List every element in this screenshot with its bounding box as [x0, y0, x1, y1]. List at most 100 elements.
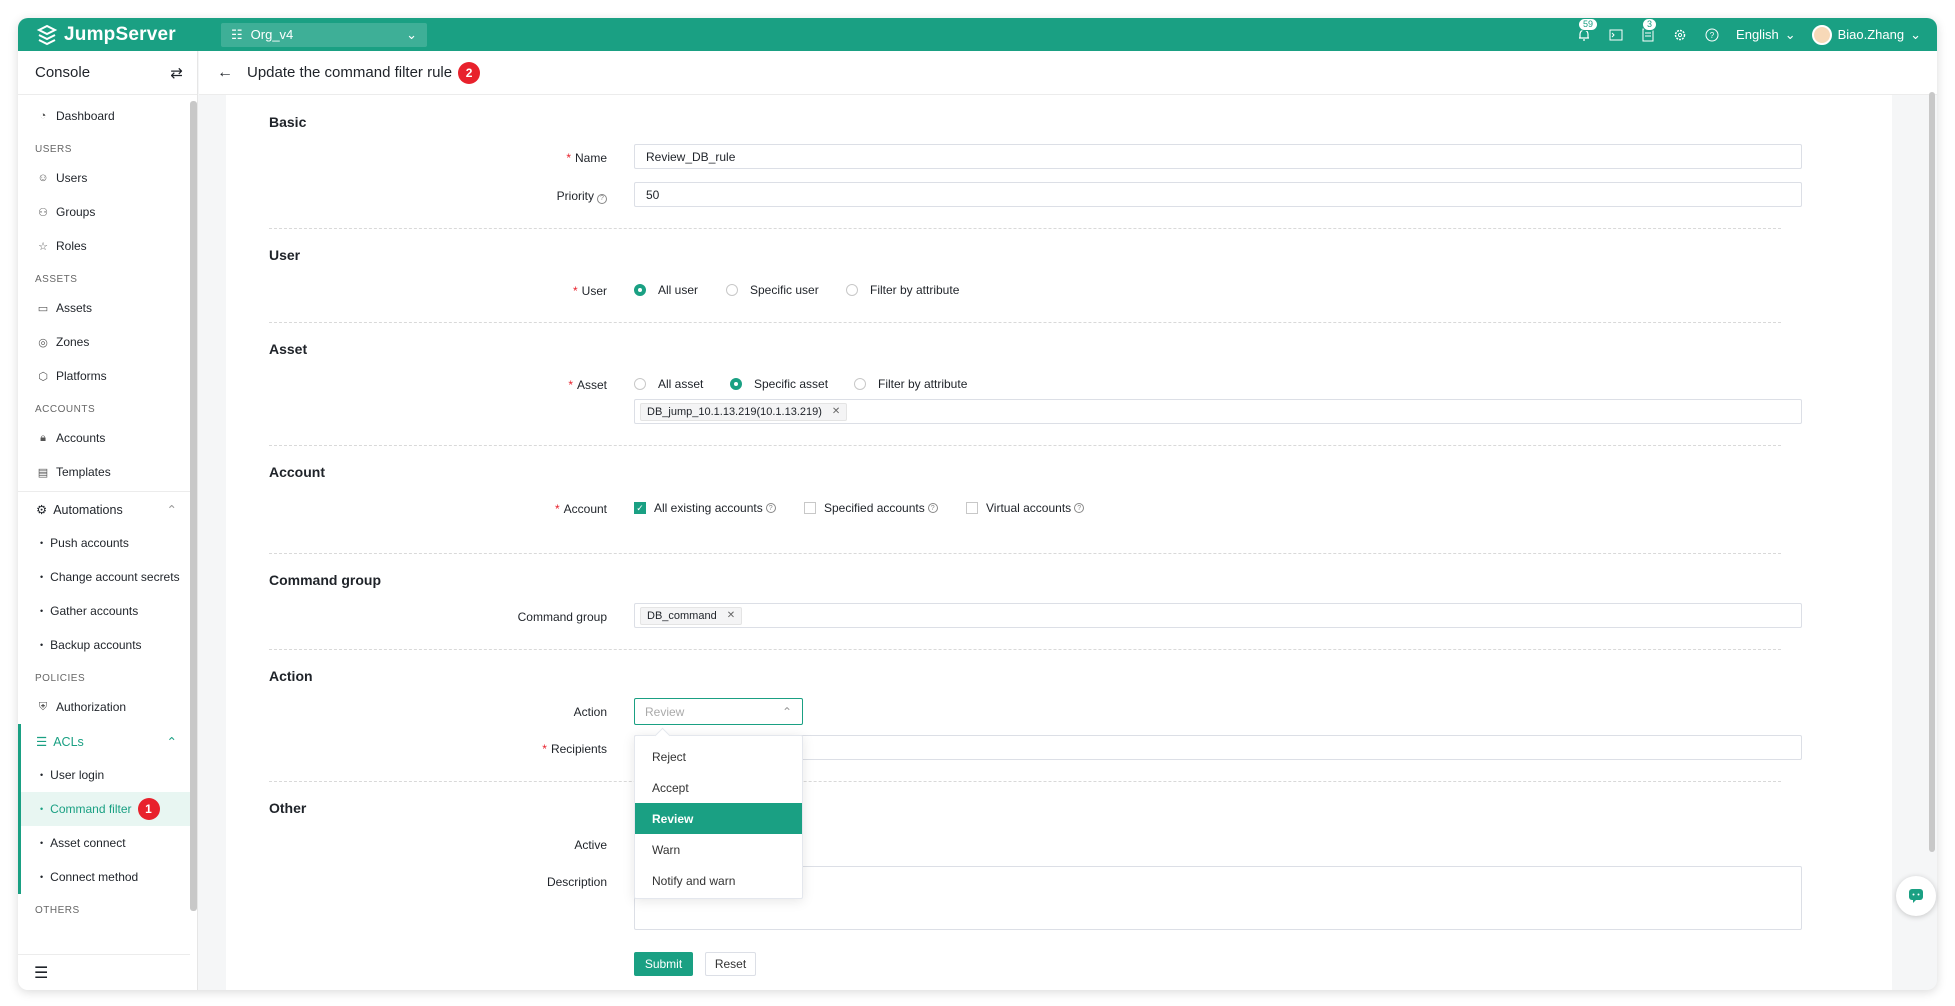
asset-select[interactable]: DB_jump_10.1.13.219(10.1.13.219) ✕ [634, 399, 1802, 424]
sidebar-item-connect-method[interactable]: Connect method [21, 860, 197, 894]
action-select[interactable]: Review ⌃ [634, 698, 803, 725]
cube-icon: ⬡ [38, 370, 48, 383]
sidebar-item-assets[interactable]: ▭ Assets [18, 291, 197, 325]
sidebar-item-label: Roles [56, 239, 87, 253]
acls-group: ☰ ACLs ⌃ User login Command filter 1 Asset … [18, 724, 197, 894]
user-name: Biao.Zhang [1837, 27, 1905, 42]
radio-asset-filter-attribute[interactable]: Filter by attribute [854, 377, 967, 391]
language-label: English [1736, 27, 1779, 42]
switch-view-icon[interactable]: ⇄ [170, 64, 183, 82]
content-scrollbar[interactable] [1929, 92, 1935, 852]
divider [269, 553, 1781, 554]
close-icon[interactable]: ✕ [832, 406, 840, 417]
sidebar-item-user-login[interactable]: User login [21, 758, 197, 792]
terminal-icon[interactable] [1608, 27, 1624, 43]
priority-input[interactable]: 50 [634, 182, 1802, 207]
chevron-down-icon: ⌄ [406, 26, 417, 42]
group-assets-header: ASSETS [35, 274, 78, 285]
gear-icon[interactable] [1672, 27, 1688, 43]
org-selector[interactable]: ☷ Org_v4 ⌄ [221, 22, 427, 47]
checkbox-virtual-accounts[interactable]: Virtual accounts? [966, 501, 1085, 515]
user-label: * User [572, 284, 607, 298]
user-menu[interactable]: Biao.Zhang ⌄ [1811, 24, 1921, 45]
description-textarea[interactable] [634, 866, 1802, 930]
group-users-header: USERS [35, 144, 72, 155]
section-account: Account [269, 464, 325, 480]
sidebar-item-gather-accounts[interactable]: Gather accounts [18, 594, 197, 628]
sidebar-item-groups[interactable]: ⚇ Groups [18, 195, 197, 229]
step-marker: 2 [458, 61, 481, 84]
tasks-icon[interactable]: 3 [1640, 18, 1658, 43]
option-reject[interactable]: Reject [635, 741, 802, 772]
sidebar-item-backup-accounts[interactable]: Backup accounts [18, 628, 197, 662]
help-icon: ? [927, 503, 938, 513]
divider [269, 445, 1781, 446]
option-review[interactable]: Review [635, 803, 802, 834]
sidebar-item-label: Authorization [56, 700, 127, 714]
step-marker: 1 [137, 798, 160, 820]
radio-all-user[interactable]: All user [634, 283, 698, 297]
sidebar-item-platforms[interactable]: ⬡ Platforms [18, 359, 197, 393]
automation-icon: ⚙ [36, 502, 48, 517]
sidebar-item-acls[interactable]: ☰ ACLs ⌃ [21, 724, 197, 758]
sidebar-item-roles[interactable]: ☆ Roles [18, 229, 197, 263]
radio-specific-asset[interactable]: Specific asset [730, 377, 828, 391]
sidebar-item-label: ACLs [53, 734, 84, 749]
chat-icon [1909, 889, 1923, 903]
sidebar-item-automations[interactable]: ⚙ Automations ⌃ [18, 492, 197, 526]
chevron-up-icon: ⌃ [166, 502, 177, 517]
radio-user-filter-attribute[interactable]: Filter by attribute [846, 283, 959, 297]
chat-assistant-button[interactable] [1896, 876, 1936, 916]
submit-button[interactable]: Submit [634, 952, 693, 976]
checkbox-all-existing-accounts[interactable]: ✓ All existing accounts? [634, 501, 776, 515]
group-others-header: OTHERS [35, 905, 80, 916]
option-warn[interactable]: Warn [635, 834, 802, 865]
sidebar-item-users[interactable]: ☺ Users [18, 161, 197, 195]
tasks-count: 3 [1642, 18, 1658, 31]
description-label: Description [546, 875, 607, 889]
bell-icon[interactable]: 59 [1576, 18, 1599, 43]
sidebar-item-authorization[interactable]: ⛨ Authorization [18, 690, 197, 724]
page-header: ← Update the command filter rule 2 [199, 51, 1937, 95]
check-icon: ✓ [634, 502, 646, 514]
sidebar-item-asset-connect[interactable]: Asset connect [21, 826, 197, 860]
option-accept[interactable]: Accept [635, 772, 802, 803]
sidebar-item-dashboard[interactable]: ◔ Dashboard [18, 99, 197, 133]
help-icon[interactable]: ? [1704, 27, 1720, 43]
help-icon: ? [765, 503, 776, 513]
name-input[interactable]: Review_DB_rule [634, 144, 1802, 169]
sidebar-item-command-filter[interactable]: Command filter 1 [21, 792, 197, 826]
close-icon[interactable]: ✕ [727, 610, 735, 621]
sidebar-item-change-secrets[interactable]: Change account secrets [18, 560, 197, 594]
recipients-label: * Recipients [542, 742, 607, 756]
sidebar-item-label: Users [56, 171, 88, 185]
sidebar-item-zones[interactable]: ◎ Zones [18, 325, 197, 359]
sidebar-item-label: Dashboard [56, 109, 115, 123]
role-icon: ☆ [38, 240, 48, 253]
option-notify-and-warn[interactable]: Notify and warn [635, 865, 802, 896]
svg-text:?: ? [1710, 31, 1715, 40]
chevron-up-icon: ⌃ [781, 704, 792, 719]
command-group-label: Command group [517, 610, 607, 624]
notification-count: 59 [1578, 18, 1599, 31]
radio-all-asset[interactable]: All asset [634, 377, 703, 391]
checkbox-specified-accounts[interactable]: Specified accounts? [804, 501, 938, 515]
sidebar-item-push-accounts[interactable]: Push accounts [18, 526, 197, 560]
sidebar-item-templates[interactable]: ▤ Templates [18, 455, 197, 489]
collapse-menu-icon[interactable]: ☰ [18, 954, 190, 990]
logo[interactable]: JumpServer [36, 24, 221, 46]
name-label: * Name [566, 151, 607, 165]
language-selector[interactable]: English ⌄ [1736, 27, 1796, 43]
command-group-select[interactable]: DB_command ✕ [634, 603, 1802, 628]
back-arrow-icon[interactable]: ← [217, 64, 233, 82]
recipients-select[interactable] [634, 735, 1802, 760]
sidebar-item-accounts[interactable]: 🔒︎ Accounts [18, 421, 197, 455]
shield-icon: ⛨ [38, 700, 48, 713]
action-dropdown: Reject Accept Review Warn Notify and war… [634, 735, 803, 899]
account-label: * Account [554, 502, 607, 516]
sidebar-item-label: Accounts [56, 431, 106, 445]
reset-button[interactable]: Reset [705, 952, 756, 976]
radio-specific-user[interactable]: Specific user [726, 283, 819, 297]
sidebar-scrollbar[interactable] [190, 101, 197, 911]
jumpserver-logo-icon [36, 24, 58, 45]
